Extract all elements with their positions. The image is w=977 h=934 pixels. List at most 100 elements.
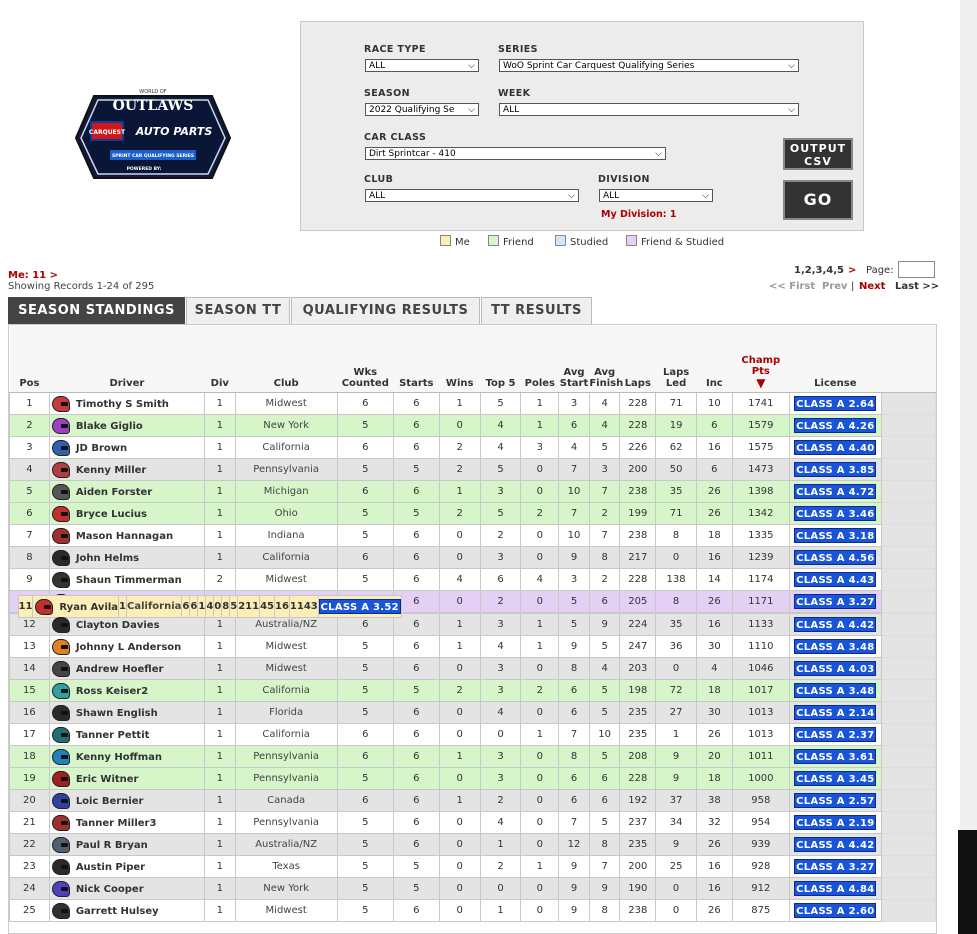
driver-name[interactable]: Tanner Miller3 <box>76 818 157 829</box>
driver-name[interactable]: Kenny Miller <box>76 465 147 476</box>
tab-tt-results[interactable]: TT RESULTS <box>481 297 592 324</box>
helmet-icon <box>51 770 70 787</box>
driver-name[interactable]: Paul R Bryan <box>76 840 148 851</box>
driver-name[interactable]: Mason Hannagan <box>76 531 173 542</box>
page-numbers[interactable]: 1,2,3,4,5 <box>794 265 844 276</box>
helmet-icon <box>51 880 70 897</box>
week-select[interactable]: ALL ⌵ <box>499 103 799 116</box>
blank-cell <box>880 657 936 680</box>
poles-cell: 0 <box>520 546 560 569</box>
driver-name[interactable]: Timothy S Smith <box>76 399 169 410</box>
wks-cell: 5 <box>336 701 394 724</box>
prev-link[interactable]: Prev <box>822 281 848 292</box>
series-select[interactable]: WoO Sprint Car Carquest Qualifying Serie… <box>499 59 799 72</box>
season-select[interactable]: 2022 Qualifying Se ⌵ <box>365 103 479 116</box>
next-link[interactable]: Next <box>859 281 885 292</box>
col-avg-start[interactable]: Avg Start <box>558 325 590 393</box>
page-input[interactable] <box>898 261 935 278</box>
division-select[interactable]: ALL ⌵ <box>599 189 713 202</box>
table-row: 11 Ryan Avila 1 California 6 6 1 4 0 8 5 211 45 16 114… <box>17 595 403 618</box>
pages-next-arrow[interactable]: > <box>848 265 856 276</box>
col-champ-pts[interactable]: Champ Pts ▼ <box>732 325 790 393</box>
col-wks-counted[interactable]: Wks Counted <box>337 325 394 393</box>
wins-cell: 1 <box>438 480 481 503</box>
table-row: 17 Tanner Pettit 1 California 6 6 0 0 1 7 10 235 1 26… <box>9 723 936 746</box>
driver-name[interactable]: Shaun Timmerman <box>76 575 182 586</box>
pts-cell: 958 <box>731 789 790 812</box>
tab-season-standings[interactable]: SEASON STANDINGS <box>8 297 185 324</box>
club-cell: California <box>126 595 183 618</box>
col-laps[interactable]: Laps <box>619 325 656 393</box>
output-csv-button[interactable]: OUTPUT CSV <box>783 138 853 170</box>
license-badge: CLASS A 2.64 <box>794 396 877 411</box>
table-row: 19 Eric Witner 1 Pennsylvania 5 6 0 3 0 6 6 228 9 18 1… <box>9 767 936 790</box>
driver-name[interactable]: Kenny Hoffman <box>76 752 162 763</box>
car-class-select[interactable]: Dirt Sprintcar - 410 ⌵ <box>365 147 666 160</box>
driver-name[interactable]: Nick Cooper <box>76 884 144 895</box>
laps-cell: 217 <box>619 546 657 569</box>
col-pos[interactable]: Pos <box>9 325 50 393</box>
helmet-icon <box>51 682 70 699</box>
driver-cell: Tanner Miller3 <box>48 811 205 834</box>
driver-name[interactable]: Ross Keiser2 <box>76 686 148 697</box>
driver-name[interactable]: Tanner Pettit <box>76 730 150 741</box>
col-laps-led[interactable]: Laps Led <box>655 325 697 393</box>
page-label: Page: <box>866 265 894 276</box>
race-type-select[interactable]: ALL ⌵ <box>365 59 479 72</box>
driver-name[interactable]: Shawn English <box>76 708 158 719</box>
license-badge: CLASS A 3.27 <box>794 859 877 874</box>
page-links[interactable]: 1,2,3,4,5 > <box>794 265 856 276</box>
driver-name[interactable]: Aiden Forster <box>76 487 152 498</box>
laps-cell: 238 <box>619 899 657 922</box>
driver-name[interactable]: Andrew Hoefler <box>76 664 164 675</box>
go-button[interactable]: GO <box>783 180 853 220</box>
wins-cell: 0 <box>438 723 481 746</box>
last-link[interactable]: Last >> <box>895 281 939 292</box>
license-badge: CLASS A 4.56 <box>794 550 877 565</box>
driver-name[interactable]: Blake Giglio <box>76 421 143 432</box>
driver-cell: Aiden Forster <box>48 480 205 503</box>
helmet-icon <box>51 902 70 919</box>
driver-name[interactable]: John Helms <box>76 553 139 564</box>
driver-name[interactable]: Ryan Avila <box>59 602 117 613</box>
inc-cell: 26 <box>696 480 733 503</box>
col-license[interactable]: License <box>789 325 882 393</box>
col-wins[interactable]: Wins <box>439 325 481 393</box>
tab-qualifying-results[interactable]: QUALIFYING RESULTS <box>291 297 480 324</box>
col-starts[interactable]: Starts <box>393 325 440 393</box>
go-label: GO <box>803 190 833 209</box>
output-csv-label: OUTPUT CSV <box>789 142 847 168</box>
helmet-icon <box>51 395 70 412</box>
nav-separator: | <box>851 281 855 292</box>
right-edge-bar <box>958 0 977 934</box>
col-driver[interactable]: Driver <box>49 325 205 393</box>
col-club[interactable]: Club <box>235 325 338 393</box>
club-select[interactable]: ALL ⌵ <box>365 189 579 202</box>
table-row: 23 Austin Piper 1 Texas 5 5 0 2 1 9 7 200 25 16 928 CLA… <box>9 855 936 878</box>
pts-cell: 1013 <box>731 701 790 724</box>
led-cell: 35 <box>655 480 697 503</box>
col-inc[interactable]: Inc <box>696 325 733 393</box>
starts-cell: 5 <box>392 502 440 525</box>
driver-name[interactable]: Johnny L Anderson <box>76 642 181 653</box>
col-top5[interactable]: Top 5 <box>480 325 521 393</box>
pts-cell: 939 <box>731 833 790 856</box>
col-div[interactable]: Div <box>204 325 236 393</box>
starts-cell: 6 <box>189 595 199 618</box>
tab-season-tt[interactable]: SEASON TT <box>186 297 290 324</box>
col-poles[interactable]: Poles <box>520 325 559 393</box>
me-link[interactable]: Me: 11 > <box>8 270 58 281</box>
inc-cell: 16 <box>696 546 733 569</box>
driver-name[interactable]: Loic Bernier <box>76 796 144 807</box>
wins-cell: 0 <box>438 833 481 856</box>
driver-name[interactable]: Eric Witner <box>76 774 139 785</box>
driver-name[interactable]: Austin Piper <box>76 862 145 873</box>
col-avg-finish[interactable]: Avg Finish <box>589 325 623 393</box>
driver-name[interactable]: Garrett Hulsey <box>76 906 159 917</box>
driver-name[interactable]: Clayton Davies <box>76 620 160 631</box>
driver-name[interactable]: Bryce Lucius <box>76 509 147 520</box>
driver-name[interactable]: JD Brown <box>76 443 127 454</box>
driver-cell: Shaun Timmerman <box>48 568 205 591</box>
first-link[interactable]: << First <box>769 281 815 292</box>
avgs-cell: 7 <box>558 723 590 746</box>
